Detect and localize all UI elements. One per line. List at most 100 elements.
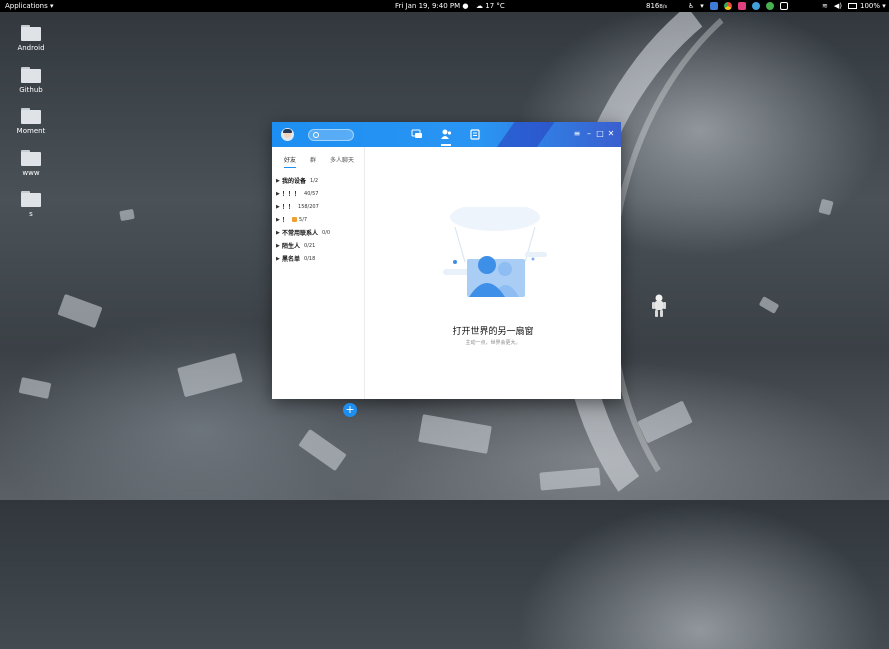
- wallpaper-astronaut: [652, 294, 666, 317]
- desktop-folder-moment[interactable]: Moment: [11, 108, 51, 135]
- tab-friends[interactable]: 好友: [284, 155, 296, 164]
- weather-indicator[interactable]: ☁ 17 °C: [476, 0, 505, 12]
- chevron-down-icon: ▾: [50, 2, 54, 10]
- messages-icon[interactable]: [411, 129, 423, 140]
- battery-percentage: 100% ▾: [860, 0, 886, 12]
- list-item[interactable]: ▶ ！ 5/7: [276, 213, 330, 226]
- active-tab-indicator: [284, 167, 296, 168]
- avatar[interactable]: [281, 128, 294, 141]
- contacts-tabs: 好友 群 多人聊天: [272, 155, 364, 169]
- tab-multi-chat[interactable]: 多人聊天: [330, 155, 354, 164]
- group-name: 不常用联系人: [282, 230, 319, 237]
- system-tray: ♿︎ ▾: [688, 0, 788, 12]
- emoji-icon: [292, 217, 298, 222]
- chevron-down-icon: ▾: [882, 2, 886, 10]
- list-item[interactable]: ▶ 黑名单 0/18: [276, 252, 330, 265]
- desktop-icon-label: www: [22, 169, 40, 177]
- desktop-folder-android[interactable]: Android: [11, 25, 51, 52]
- desktop-folder-github[interactable]: Github: [11, 67, 51, 94]
- folder-icon: [21, 191, 41, 207]
- desktop-icon-label: s: [29, 210, 33, 218]
- net-speed-value: 816: [646, 2, 660, 10]
- tray-app-pink-icon[interactable]: [737, 2, 746, 10]
- qq-window: ≡ – □ ✕ 好友 群 多人聊天 ▶ 我的设备 1/2 ▶ ！！！ 40/57…: [272, 122, 621, 417]
- wallpaper-debris: [298, 428, 347, 472]
- chevron-down-icon[interactable]: ▾: [700, 0, 704, 12]
- wallpaper-debris: [119, 208, 135, 222]
- chrome-icon[interactable]: [723, 2, 732, 10]
- group-name: 我的设备: [282, 178, 307, 185]
- apps-icon[interactable]: [469, 129, 481, 140]
- top-panel: Applications ▾ Fri Jan 19, 9:40 PM ● ☁ 1…: [0, 0, 889, 12]
- net-speed-unit: B/s: [659, 4, 668, 10]
- system-status[interactable]: ≋ ◀): [822, 0, 857, 12]
- desktop-folder-www[interactable]: www: [11, 150, 51, 177]
- wallpaper-debris: [418, 414, 492, 454]
- group-name: ！: [282, 217, 289, 224]
- search-icon: [313, 132, 319, 138]
- group-name: ！！: [282, 204, 295, 211]
- tab-groups[interactable]: 群: [310, 155, 316, 164]
- search-input[interactable]: [308, 129, 354, 141]
- empty-state-panel: 打开世界的另一扇窗 主动一点，世界会更大。: [365, 147, 621, 399]
- volume-icon: ◀): [833, 2, 842, 10]
- green-circle-icon[interactable]: [765, 2, 774, 10]
- friend-groups-list: ▶ 我的设备 1/2 ▶ ！！！ 40/57 ▶ ！！ 158/207 ▶ ！ …: [276, 174, 330, 265]
- group-count: 1/2: [310, 177, 319, 184]
- list-item[interactable]: ▶ 我的设备 1/2: [276, 174, 330, 187]
- weather-label: 17 °C: [485, 2, 505, 10]
- group-name: 陌生人: [282, 243, 301, 250]
- folder-icon: [21, 67, 41, 83]
- wallpaper-debris: [539, 467, 601, 491]
- add-button[interactable]: +: [343, 403, 357, 417]
- group-count: 0/18: [304, 255, 316, 262]
- group-count: 158/207: [298, 203, 319, 210]
- group-count: 0/0: [322, 229, 331, 236]
- dot-icon: ●: [462, 2, 469, 10]
- group-count: 40/57: [304, 190, 319, 197]
- wallpaper-debris: [57, 293, 103, 329]
- telegram-icon[interactable]: [751, 2, 760, 10]
- group-count: 0/21: [304, 242, 316, 249]
- list-item[interactable]: ▶ 不常用联系人 0/0: [276, 226, 330, 239]
- accessibility-icon[interactable]: ♿︎: [688, 0, 694, 12]
- menu-icon[interactable]: ≡: [573, 130, 581, 138]
- contacts-icon[interactable]: [440, 129, 452, 140]
- list-item[interactable]: ▶ ！！！ 40/57: [276, 187, 330, 200]
- maximize-icon[interactable]: □: [596, 130, 604, 138]
- desktop-icon-label: Android: [17, 44, 45, 52]
- wallpaper-debris: [177, 352, 243, 398]
- contacts-panel: 好友 群 多人聊天 ▶ 我的设备 1/2 ▶ ！！！ 40/57 ▶ ！！ 15…: [272, 147, 365, 417]
- close-icon[interactable]: ✕: [607, 130, 615, 138]
- battery-label: 100%: [860, 2, 881, 10]
- empty-state-title: 打开世界的另一扇窗: [452, 327, 534, 337]
- desktop-icon-label: Moment: [16, 127, 46, 135]
- clock[interactable]: Fri Jan 19, 9:40 PM ●: [395, 0, 469, 12]
- empty-state-subtitle: 主动一点，世界会更大。: [465, 340, 521, 346]
- list-item[interactable]: ▶ 陌生人 0/21: [276, 239, 330, 252]
- square-outline-icon[interactable]: [779, 2, 788, 10]
- clock-label: Fri Jan 19, 9:40 PM: [395, 2, 461, 10]
- applications-menu[interactable]: Applications ▾: [5, 0, 54, 12]
- cloud-icon: ☁: [476, 2, 483, 10]
- wallpaper-debris: [18, 377, 52, 399]
- battery-icon: [848, 3, 857, 9]
- desktop-icon-label: Github: [19, 86, 43, 94]
- list-item[interactable]: ▶ ！！ 158/207: [276, 200, 330, 213]
- wifi-icon: ≋: [822, 2, 828, 10]
- tray-app-s-icon[interactable]: [709, 2, 718, 10]
- desktop-folder-s[interactable]: s: [11, 191, 51, 218]
- group-count: 5/7: [299, 216, 308, 223]
- folder-icon: [21, 25, 41, 41]
- applications-label: Applications: [5, 2, 48, 10]
- net-speed-indicator[interactable]: 816B/s: [646, 0, 667, 13]
- qq-titlebar[interactable]: ≡ – □ ✕: [272, 122, 621, 147]
- titlebar-decoration: [486, 122, 562, 147]
- group-name: ！！！: [282, 191, 301, 198]
- active-tab-indicator: [441, 144, 451, 146]
- folder-icon: [21, 150, 41, 166]
- group-name: 黑名单: [282, 256, 301, 263]
- minimize-icon[interactable]: –: [585, 130, 593, 138]
- empty-state-illustration-icon: [443, 207, 547, 297]
- folder-icon: [21, 108, 41, 124]
